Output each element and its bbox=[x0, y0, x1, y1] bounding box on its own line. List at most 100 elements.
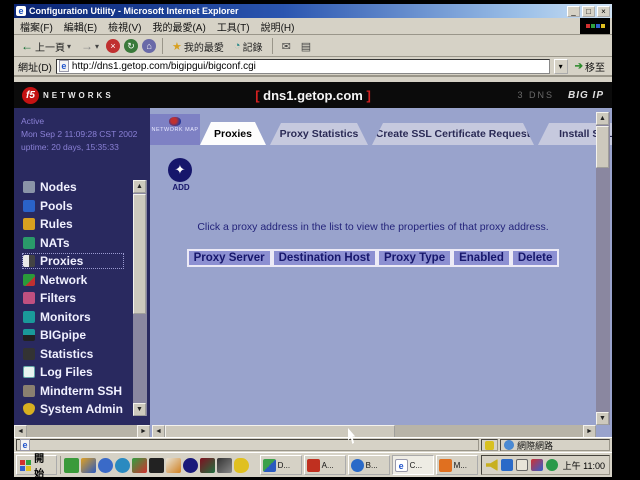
taskbar-window-button-active[interactable]: e C... bbox=[392, 455, 434, 475]
print-button[interactable] bbox=[298, 39, 314, 54]
menu-favorites[interactable]: 我的最愛(A) bbox=[152, 19, 205, 34]
monitors-icon bbox=[23, 311, 35, 323]
bracket-right: ] bbox=[366, 88, 370, 103]
sidebar-item-rules[interactable]: Rules bbox=[23, 217, 123, 231]
quicklaunch-icon[interactable] bbox=[234, 458, 249, 473]
sidebar-item-proxies[interactable]: Proxies bbox=[23, 254, 123, 268]
scroll-up-icon[interactable] bbox=[596, 112, 609, 125]
instruction-text: Click a proxy address in the list to vie… bbox=[150, 221, 596, 233]
tab-proxies[interactable]: Proxies bbox=[200, 122, 266, 145]
tray-icon[interactable] bbox=[531, 459, 543, 471]
sidebar-item-label: NATs bbox=[40, 236, 70, 250]
column-delete[interactable]: Delete bbox=[511, 249, 560, 267]
sidebar-item-nodes[interactable]: Nodes bbox=[23, 180, 123, 194]
toolbar-separator bbox=[272, 38, 273, 54]
menu-help[interactable]: 說明(H) bbox=[261, 19, 295, 34]
volume-icon[interactable] bbox=[486, 459, 498, 471]
taskbar-window-button[interactable]: A... bbox=[304, 455, 346, 475]
network-map-icon bbox=[169, 117, 181, 126]
tray-icon[interactable] bbox=[501, 459, 513, 471]
quicklaunch-icon[interactable] bbox=[64, 458, 79, 473]
scrollbar-thumb[interactable] bbox=[133, 194, 146, 314]
scrollbar-thumb[interactable] bbox=[596, 126, 609, 168]
sidebar-item-mindterm-ssh[interactable]: Mindterm SSH bbox=[23, 384, 123, 398]
tab-create-ssl-certificate-request[interactable]: Create SSL Certificate Request bbox=[372, 123, 534, 145]
menu-edit[interactable]: 編輯(E) bbox=[64, 19, 97, 34]
history-icon bbox=[234, 40, 241, 52]
task-button-label: M... bbox=[454, 461, 467, 470]
sidebar-item-statistics[interactable]: Statistics bbox=[23, 347, 123, 361]
taskbar-clock[interactable]: 上午 11:00 bbox=[563, 459, 605, 472]
status-state: Active bbox=[21, 115, 148, 128]
menu-file[interactable]: 檔案(F) bbox=[20, 19, 53, 34]
forward-button[interactable] bbox=[78, 38, 102, 54]
sidebar-item-filters[interactable]: Filters bbox=[23, 291, 123, 305]
sidebar-menu: Nodes Pools Rules NATs Proxies bbox=[23, 180, 123, 416]
scroll-down-icon[interactable] bbox=[133, 403, 146, 416]
column-destination-host[interactable]: Destination Host bbox=[272, 249, 377, 267]
quicklaunch-icon[interactable] bbox=[132, 458, 147, 473]
sidebar-item-system-admin[interactable]: System Admin bbox=[23, 402, 123, 416]
taskbar-window-button[interactable]: M... bbox=[436, 455, 478, 475]
desktop-screen: e Configuration Utility - Microsoft Inte… bbox=[14, 4, 612, 477]
taskbar-window-button[interactable]: D... bbox=[260, 455, 302, 475]
add-button[interactable]: ADD bbox=[168, 158, 194, 192]
quicklaunch-icon[interactable] bbox=[149, 458, 164, 473]
history-label: 記錄 bbox=[243, 39, 263, 54]
sidebar-item-network[interactable]: Network bbox=[23, 273, 123, 287]
sidebar-item-label: Mindterm SSH bbox=[40, 384, 122, 398]
address-dropdown-icon[interactable] bbox=[554, 59, 568, 74]
forward-dropdown-icon[interactable] bbox=[95, 41, 99, 52]
scroll-down-icon[interactable] bbox=[596, 412, 609, 425]
quicklaunch-icon[interactable] bbox=[200, 458, 215, 473]
display-icon[interactable] bbox=[516, 459, 528, 471]
favorites-button[interactable]: 我的最愛 bbox=[169, 38, 227, 55]
history-button[interactable]: 記錄 bbox=[231, 38, 266, 55]
network-map-button[interactable]: NETWORK MAP bbox=[150, 114, 200, 145]
column-enabled[interactable]: Enabled bbox=[452, 249, 511, 267]
sidebar-item-log-files[interactable]: Log Files bbox=[23, 365, 123, 379]
main-vertical-scrollbar[interactable] bbox=[596, 112, 610, 425]
sidebar-item-pools[interactable]: Pools bbox=[23, 199, 123, 213]
network-map-label: NETWORK MAP bbox=[150, 127, 200, 133]
column-proxy-type[interactable]: Proxy Type bbox=[377, 249, 452, 267]
product-3dns-label: 3 DNS bbox=[517, 90, 554, 100]
start-button[interactable]: 開始 bbox=[16, 455, 57, 475]
back-button[interactable]: 上一頁 bbox=[18, 38, 74, 55]
tab-proxy-statistics[interactable]: Proxy Statistics bbox=[270, 123, 368, 145]
quick-launch-bar bbox=[64, 458, 249, 473]
close-button[interactable] bbox=[597, 6, 610, 17]
mail-icon bbox=[282, 40, 291, 53]
menu-bar: 檔案(F) 編輯(E) 檢視(V) 我的最愛(A) 工具(T) 說明(H) bbox=[14, 18, 612, 35]
taskbar-window-button[interactable]: B... bbox=[348, 455, 390, 475]
address-field[interactable]: e bbox=[56, 59, 550, 74]
quicklaunch-icon[interactable] bbox=[115, 458, 130, 473]
go-button[interactable]: 移至 bbox=[572, 59, 608, 74]
quicklaunch-icon[interactable] bbox=[217, 458, 232, 473]
quicklaunch-icon[interactable] bbox=[183, 458, 198, 473]
sidebar-item-nats[interactable]: NATs bbox=[23, 236, 123, 250]
sidebar-item-monitors[interactable]: Monitors bbox=[23, 310, 123, 324]
tray-icon[interactable] bbox=[546, 459, 558, 471]
home-button[interactable] bbox=[142, 39, 156, 53]
menu-view[interactable]: 檢視(V) bbox=[108, 19, 141, 34]
internet-zone-icon bbox=[504, 440, 514, 450]
refresh-button[interactable] bbox=[124, 39, 138, 53]
sidebar-item-bigpipe[interactable]: BIGpipe bbox=[23, 328, 123, 342]
minimize-button[interactable] bbox=[567, 6, 580, 17]
address-input[interactable] bbox=[72, 61, 547, 72]
ie-app-icon: e bbox=[395, 459, 408, 472]
sidebar-vertical-scrollbar[interactable] bbox=[133, 180, 147, 416]
quicklaunch-icon[interactable] bbox=[81, 458, 96, 473]
stop-button[interactable] bbox=[106, 39, 120, 53]
scroll-up-icon[interactable] bbox=[133, 180, 146, 193]
column-proxy-server[interactable]: Proxy Server bbox=[187, 249, 272, 267]
quicklaunch-icon[interactable] bbox=[98, 458, 113, 473]
window-titlebar[interactable]: e Configuration Utility - Microsoft Inte… bbox=[14, 4, 612, 18]
mail-button[interactable] bbox=[279, 39, 294, 54]
maximize-button[interactable] bbox=[582, 6, 595, 17]
back-dropdown-icon[interactable] bbox=[67, 41, 71, 52]
quicklaunch-icon[interactable] bbox=[166, 458, 181, 473]
go-label: 移至 bbox=[585, 59, 605, 74]
menu-tools[interactable]: 工具(T) bbox=[217, 19, 250, 34]
